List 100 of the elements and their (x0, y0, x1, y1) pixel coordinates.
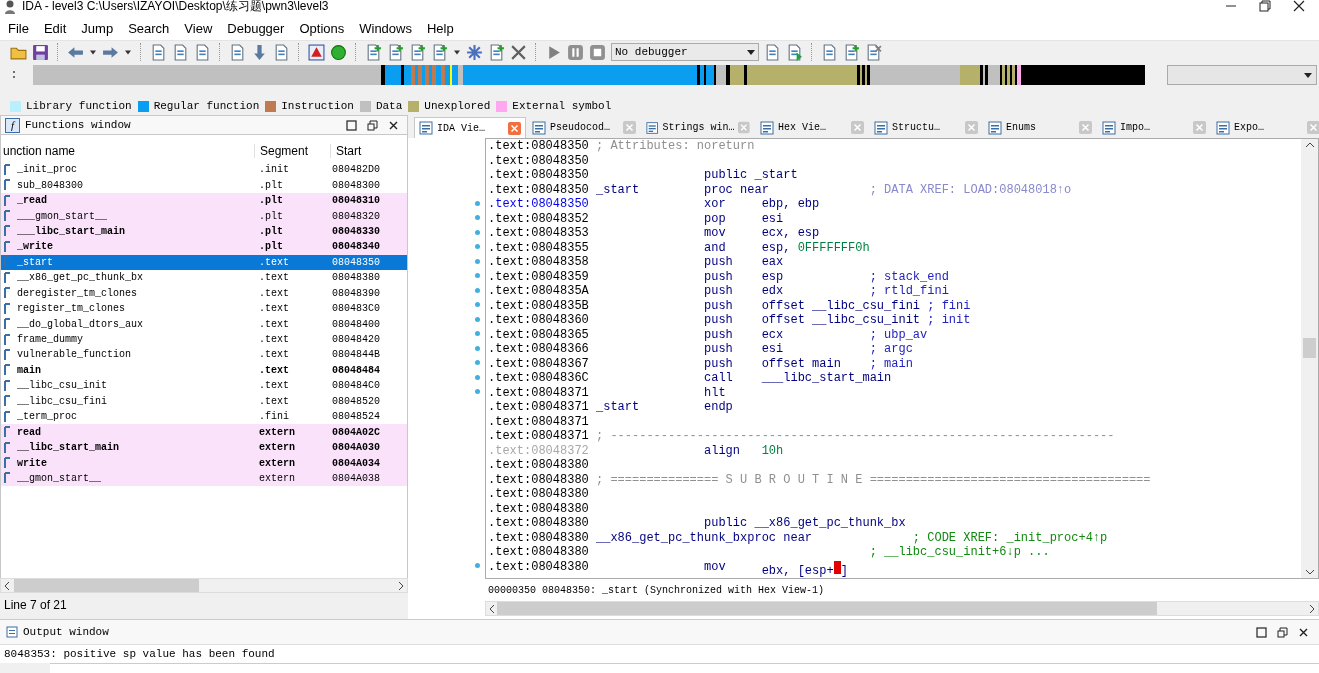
function-row[interactable]: __x86_get_pc_thunk_bx .text 08048380 (1, 270, 407, 286)
function-row[interactable]: sub_8048300 .plt 08048300 (1, 177, 407, 193)
restore-icon[interactable] (1259, 0, 1271, 12)
column-header[interactable]: Segment (254, 143, 330, 158)
address-text: .text:0804836C (488, 371, 589, 386)
document-plus-icon[interactable] (843, 43, 860, 61)
menu-item[interactable]: Debugger (221, 20, 291, 36)
function-row[interactable]: ___gmon_start__ .plt 08048320 (1, 208, 407, 224)
function-row[interactable]: __libc_csu_fini .text 08048520 (1, 393, 407, 409)
cross-icon[interactable] (510, 43, 527, 61)
document-plus-icon[interactable] (387, 43, 404, 61)
table-cell-text: .plt (258, 210, 284, 222)
function-row[interactable]: _init_proc .init 080482D0 (1, 162, 407, 178)
menu-item[interactable]: Help (421, 20, 460, 36)
scrollbar-thumb[interactable] (14, 579, 199, 592)
scrollbar-thumb[interactable] (497, 602, 1157, 615)
address-text: .text:0804835B (488, 298, 589, 313)
function-row[interactable]: _term_proc .fini 08048524 (1, 409, 407, 425)
document-plus-icon[interactable] (409, 43, 426, 61)
address-text: .text:0804835A (488, 284, 589, 299)
table-cell-text: .plt (258, 179, 284, 191)
operand: esp, (761, 240, 792, 255)
menu-item[interactable]: Windows (353, 20, 418, 36)
menu-item[interactable]: File (2, 20, 35, 36)
table-cell-text: .text (258, 303, 290, 315)
document-icon[interactable] (150, 43, 167, 61)
mnemonic: pop (704, 211, 727, 226)
menu-item[interactable]: Search (122, 20, 176, 36)
menu-item[interactable]: View (178, 20, 219, 36)
mnemonic: endp (704, 400, 734, 415)
mnemonic: push (704, 269, 734, 284)
document-icon[interactable] (273, 43, 290, 61)
operand: ] (840, 563, 848, 578)
circle-icon[interactable] (330, 43, 347, 61)
menu-item[interactable]: Jump (75, 20, 120, 36)
table-cell-text: 08048330 (331, 225, 380, 237)
command-input-field[interactable] (50, 663, 1319, 673)
function-row[interactable]: read extern 0804A02C (1, 424, 407, 440)
function-row[interactable]: __do_global_dtors_aux .text 08048400 (1, 316, 407, 332)
floppy-icon[interactable] (32, 43, 49, 61)
column-header[interactable]: unction name (1, 143, 254, 158)
mnemonic: proc near (747, 530, 813, 545)
document-icon[interactable] (172, 43, 189, 61)
maximize-icon[interactable] (1256, 626, 1267, 638)
operand: offset __libc_csu_fini (761, 298, 921, 313)
horizontal-scrollbar[interactable] (0, 578, 408, 593)
table-cell-text: .plt (258, 241, 284, 253)
mnemonic: hlt (704, 385, 727, 400)
mnemonic: push (704, 327, 734, 342)
menu-item[interactable]: Options (293, 20, 351, 36)
table-cell-text: vulnerable_function (17, 349, 133, 361)
table-cell-text: .text (258, 334, 290, 346)
close-icon[interactable] (388, 119, 399, 131)
stop-icon[interactable] (589, 43, 606, 61)
tab[interactable]: IDA Vie… (414, 117, 526, 138)
restore-icon[interactable] (1277, 626, 1288, 638)
function-row[interactable]: _read .plt 08048310 (1, 192, 407, 209)
function-row[interactable]: __libc_csu_init .text 080484C0 (1, 378, 407, 394)
document-icon[interactable] (821, 43, 838, 61)
function-row[interactable]: main .text 08048484 (1, 362, 407, 379)
asterisk-icon[interactable] (466, 43, 483, 61)
close-icon[interactable] (1293, 0, 1305, 12)
scrollbar-thumb[interactable] (1303, 338, 1316, 358)
maximize-icon[interactable] (346, 119, 357, 131)
document-play-icon[interactable] (786, 43, 803, 61)
function-row[interactable]: write extern 0804A034 (1, 455, 407, 471)
document-plus-icon[interactable] (365, 43, 382, 61)
document-plus-icon[interactable] (488, 43, 505, 61)
debugger-dropdown[interactable]: No debugger (611, 43, 759, 61)
function-row[interactable]: vulnerable_function .text 0804844B (1, 347, 407, 363)
warning-icon[interactable] (308, 43, 325, 61)
function-row[interactable]: register_tm_clones .text 080483C0 (1, 300, 407, 317)
column-header[interactable]: Start (330, 143, 407, 158)
vertical-scrollbar[interactable] (1301, 139, 1318, 578)
table-cell-text: __gmon_start__ (17, 472, 102, 484)
code-comment: ; fini (926, 298, 971, 313)
close-icon[interactable] (1298, 626, 1309, 638)
function-icon (4, 287, 11, 300)
legend-label: Unexplored (424, 100, 491, 112)
restore-icon[interactable] (367, 119, 378, 131)
table-cell-text: __libc_start_main (17, 442, 121, 454)
horizontal-scrollbar[interactable] (485, 601, 1319, 616)
document-icon[interactable] (194, 43, 211, 61)
status-text: Line 7 of 21 (3, 597, 68, 614)
table-cell-text: .init (258, 164, 290, 176)
document-cross-icon[interactable] (865, 43, 882, 61)
menu-item[interactable]: Edit (37, 20, 73, 36)
document-plus-icon[interactable] (431, 43, 448, 61)
document-icon[interactable] (764, 43, 781, 61)
function-row[interactable]: frame_dummy .text 08048420 (1, 331, 407, 348)
table-cell-text: 08048320 (331, 210, 380, 222)
address-text: .text:08048359 (488, 269, 589, 284)
function-row[interactable]: deregister_tm_clones .text 08048390 (1, 285, 407, 301)
function-row[interactable]: _write .plt 08048340 (1, 239, 407, 255)
document-icon[interactable] (229, 43, 246, 61)
pause-icon[interactable] (567, 43, 584, 61)
operand: eax (761, 255, 784, 269)
address-text: .text:08048350 (488, 153, 589, 168)
table-cell-text: .text (258, 395, 290, 407)
table-cell-text: 08048340 (331, 241, 380, 253)
